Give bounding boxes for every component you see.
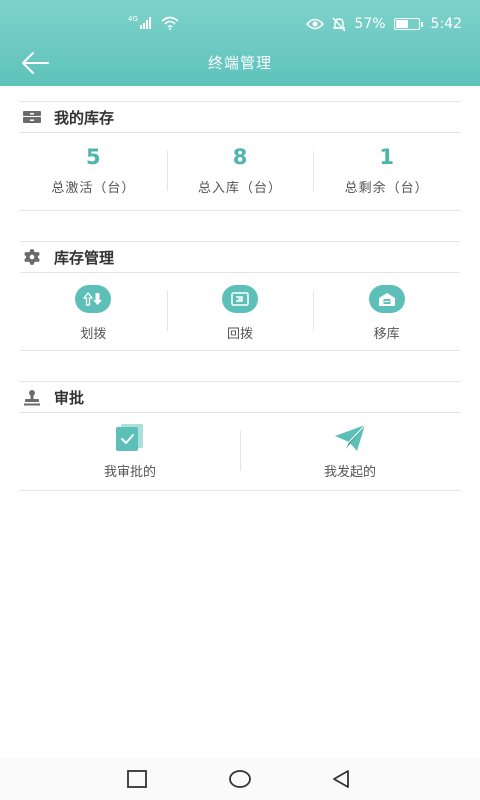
- square-icon: [127, 770, 147, 788]
- approval-grid: 我审批的 我发起的: [20, 413, 460, 491]
- stamp-icon: [22, 389, 42, 405]
- battery-icon: [393, 18, 423, 30]
- status-bar: 4G 57% 5:42: [0, 0, 480, 50]
- recent-apps-button[interactable]: [126, 768, 150, 790]
- transfer-label: 划拨: [80, 327, 107, 342]
- inventory-stats: 5 总激活（台） 8 总入库（台） 1 总剩余（台）: [20, 133, 460, 211]
- my-approvals-label: 我审批的: [103, 465, 156, 480]
- my-initiated-label: 我发起的: [323, 465, 376, 480]
- battery-percent: 57%: [354, 16, 386, 32]
- inventory-section-header: 我的库存: [20, 101, 460, 133]
- system-indicators: 57% 5:42: [306, 16, 462, 32]
- my-approvals-button[interactable]: 我审批的: [20, 413, 240, 490]
- move-warehouse-icon: [368, 285, 405, 313]
- transfer-button[interactable]: 划拨: [20, 273, 167, 350]
- stat-label: 总剩余（台）: [344, 181, 429, 196]
- stat-value: 5: [86, 145, 101, 169]
- circle-icon: [229, 770, 251, 788]
- home-button[interactable]: [227, 768, 253, 790]
- inventory-box-icon: [22, 109, 42, 125]
- approval-section-title: 审批: [54, 388, 85, 407]
- stat-value: 8: [232, 145, 248, 169]
- my-initiated-button[interactable]: 我发起的: [240, 413, 460, 490]
- network-type: 4G: [128, 14, 138, 23]
- eye-icon: [306, 18, 325, 30]
- return-icon: [222, 285, 258, 313]
- clock: 5:42: [430, 16, 462, 32]
- page-title: 终端管理: [207, 54, 272, 72]
- triangle-back-icon: [333, 770, 349, 788]
- return-label: 回拨: [227, 327, 254, 342]
- gear-icon: [22, 249, 42, 265]
- mute-bell-icon: [332, 17, 346, 31]
- network-indicators: 4G: [128, 14, 179, 30]
- stat-label: 总激活（台）: [51, 181, 136, 196]
- move-warehouse-label: 移库: [373, 327, 400, 342]
- approve-check-icon: [116, 424, 143, 451]
- management-section-header: 库存管理: [20, 241, 460, 273]
- stat-total-remaining[interactable]: 1 总剩余（台）: [313, 133, 460, 210]
- paper-plane-icon: [335, 424, 366, 451]
- back-nav-button[interactable]: [330, 768, 354, 790]
- stat-total-stocked[interactable]: 8 总入库（台）: [166, 133, 314, 210]
- signal-icon: [139, 17, 151, 29]
- approval-section-header: 审批: [20, 381, 460, 413]
- stat-label: 总入库（台）: [198, 181, 283, 196]
- inventory-section-title: 我的库存: [54, 108, 115, 127]
- move-warehouse-button[interactable]: 移库: [313, 273, 460, 350]
- management-section-title: 库存管理: [54, 248, 115, 267]
- system-nav-bar: [0, 758, 480, 800]
- transfer-icon: [75, 285, 112, 313]
- wifi-icon: [161, 16, 179, 30]
- battery-level: [395, 20, 409, 28]
- stat-value: 1: [379, 145, 394, 169]
- stat-total-activated[interactable]: 5 总激活（台）: [20, 133, 167, 210]
- app-header: 4G 57% 5:42 终端管理: [0, 0, 480, 86]
- management-grid: 划拨 回拨 移库: [20, 273, 460, 351]
- return-button[interactable]: 回拨: [166, 273, 314, 350]
